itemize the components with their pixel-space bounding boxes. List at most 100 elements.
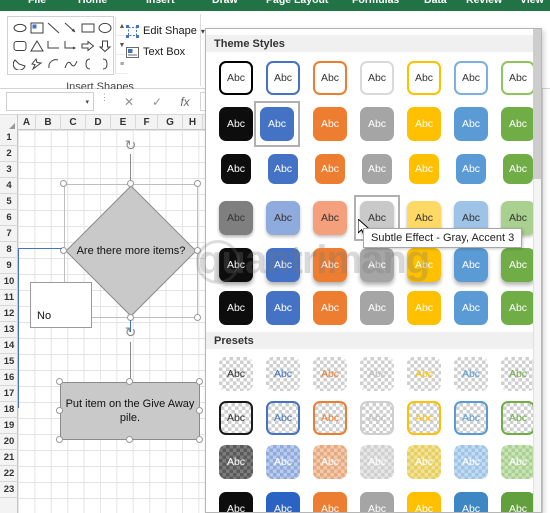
theme-swatch-r2c3[interactable]: Abc — [313, 107, 347, 141]
row-header-8[interactable]: 8 — [0, 242, 18, 258]
preset-swatch-r1c1[interactable]: Abc — [219, 357, 253, 391]
oval-shape-icon[interactable] — [11, 19, 28, 37]
preset-swatch-r3c7[interactable]: Abc — [501, 445, 535, 479]
theme-swatch-r5c2[interactable]: Abc — [266, 248, 300, 282]
theme-swatch-r5c7[interactable]: Abc — [501, 248, 535, 282]
row-header-11[interactable]: 11 — [0, 290, 18, 306]
row-header-13[interactable]: 13 — [0, 322, 18, 338]
preset-swatch-r3c3[interactable]: Abc — [313, 445, 347, 479]
row-header-22[interactable]: 22 — [0, 466, 18, 482]
theme-swatch-r3c3[interactable]: Abc — [315, 154, 345, 184]
preset-swatch-r1c5[interactable]: Abc — [407, 357, 441, 391]
preset-swatch-r1c3[interactable]: Abc — [313, 357, 347, 391]
row-header-1[interactable]: 1 — [0, 130, 18, 146]
insert-shapes-gallery[interactable]: ▲ ▼ ≡ — [7, 16, 114, 75]
gallery-scrollbar[interactable] — [533, 29, 541, 513]
row-header-3[interactable]: 3 — [0, 162, 18, 178]
theme-swatch-r4c2[interactable]: Abc — [266, 201, 300, 235]
theme-swatch-r5c1[interactable]: Abc — [219, 248, 253, 282]
row-header-17[interactable]: 17 — [0, 386, 18, 402]
column-header-d[interactable]: D — [86, 115, 111, 130]
theme-swatch-r1c2[interactable]: Abc — [266, 61, 300, 95]
row-header-9[interactable]: 9 — [0, 258, 18, 274]
theme-swatch-r1c6[interactable]: Abc — [454, 61, 488, 95]
column-header-a[interactable]: A — [18, 115, 36, 130]
resize-handle-e[interactable] — [194, 247, 201, 254]
preset-swatch-r2c1[interactable]: Abc — [219, 401, 253, 435]
preset-swatch-r2c4[interactable]: Abc — [360, 401, 394, 435]
theme-swatch-r5c5[interactable]: Abc — [407, 248, 441, 282]
theme-swatch-r6c3[interactable]: Abc — [313, 291, 347, 325]
ellipse-shape-icon[interactable] — [96, 19, 113, 37]
text-box-button[interactable]: Text Box — [126, 43, 185, 61]
giveaway-resize-handle-nw[interactable] — [56, 378, 63, 385]
giveaway-resize-handle-n[interactable] — [126, 378, 133, 385]
theme-swatch-r1c7[interactable]: Abc — [501, 61, 535, 95]
preset-swatch-r3c5[interactable]: Abc — [407, 445, 441, 479]
row-header-2[interactable]: 2 — [0, 146, 18, 162]
preset-swatch-r2c3[interactable]: Abc — [313, 401, 347, 435]
theme-swatch-r6c6[interactable]: Abc — [454, 291, 488, 325]
arc-shape-icon[interactable] — [45, 55, 62, 73]
theme-swatch-r2c4[interactable]: Abc — [360, 107, 394, 141]
giveaway-resize-handle-se[interactable] — [196, 436, 203, 443]
theme-swatch-r2c2[interactable]: Abc — [260, 107, 294, 141]
preset-swatch-r1c4[interactable]: Abc — [360, 357, 394, 391]
curve-shape-icon[interactable] — [62, 55, 79, 73]
theme-swatch-r6c4[interactable]: Abc — [360, 291, 394, 325]
row-header-14[interactable]: 14 — [0, 338, 18, 354]
arrow-line-shape-icon[interactable] — [62, 19, 79, 37]
theme-swatch-r6c5[interactable]: Abc — [407, 291, 441, 325]
column-header-h[interactable]: H — [183, 115, 203, 130]
theme-swatch-r3c4[interactable]: Abc — [362, 154, 392, 184]
theme-swatch-r1c4[interactable]: Abc — [360, 61, 394, 95]
preset-swatch-r4c1[interactable]: Abc — [219, 492, 253, 513]
triangle-shape-icon[interactable] — [28, 37, 45, 55]
ribbon-tab-view[interactable]: View — [520, 0, 544, 6]
theme-swatch-r5c4[interactable]: Abc — [360, 248, 394, 282]
no-branch-label-box[interactable]: No — [30, 282, 92, 328]
theme-swatch-r3c5[interactable]: Abc — [409, 154, 439, 184]
theme-swatch-r1c5[interactable]: Abc — [407, 61, 441, 95]
theme-swatch-r3c6[interactable]: Abc — [456, 154, 486, 184]
giveaway-resize-handle-ne[interactable] — [196, 378, 203, 385]
rotate-handle-icon-2[interactable]: ↻ — [123, 325, 138, 340]
ribbon-tab-strip[interactable]: File Home Insert Draw Page Layout Formul… — [0, 0, 550, 11]
preset-swatch-r3c1[interactable]: Abc — [219, 445, 253, 479]
chevron-down-icon[interactable]: ▾ — [85, 98, 89, 106]
theme-swatch-r6c1[interactable]: Abc — [219, 291, 253, 325]
elbow-connector-icon[interactable] — [45, 37, 62, 55]
edit-shape-button[interactable]: Edit Shape ▾ — [126, 22, 205, 40]
row-header-15[interactable]: 15 — [0, 354, 18, 370]
giveaway-resize-handle-sw[interactable] — [56, 436, 63, 443]
formula-bar-grip[interactable]: ⋮ — [100, 94, 106, 109]
resize-handle-n[interactable] — [127, 180, 134, 187]
theme-swatch-r2c5[interactable]: Abc — [407, 107, 441, 141]
give-away-process-box[interactable]: Put item on the Give Away pile. — [60, 382, 200, 440]
textbox-shape-icon[interactable] — [28, 19, 45, 37]
column-header-g[interactable]: G — [158, 115, 183, 130]
theme-swatch-r2c6[interactable]: Abc — [454, 107, 488, 141]
row-header-10[interactable]: 10 — [0, 274, 18, 290]
theme-swatch-r3c7[interactable]: Abc — [503, 154, 533, 184]
giveaway-resize-handle-w[interactable] — [56, 407, 63, 414]
preset-swatch-r3c4[interactable]: Abc — [360, 445, 394, 479]
giveaway-resize-handle-s[interactable] — [126, 436, 133, 443]
ribbon-tab-insert[interactable]: Insert — [146, 0, 175, 6]
preset-swatch-r2c2[interactable]: Abc — [266, 401, 300, 435]
cancel-icon[interactable]: ✕ — [118, 93, 140, 110]
row-header-12[interactable]: 12 — [0, 306, 18, 322]
ribbon-tab-home[interactable]: Home — [78, 0, 107, 6]
preset-swatch-r2c7[interactable]: Abc — [501, 401, 535, 435]
preset-swatch-r1c7[interactable]: Abc — [501, 357, 535, 391]
theme-swatch-r2c1[interactable]: Abc — [219, 107, 253, 141]
giveaway-resize-handle-e[interactable] — [196, 407, 203, 414]
lightning-shape-icon[interactable] — [28, 55, 45, 73]
down-arrow-shape-icon[interactable] — [96, 37, 113, 55]
resize-handle-ne[interactable] — [194, 180, 201, 187]
row-header-6[interactable]: 6 — [0, 210, 18, 226]
ribbon-tab-file[interactable]: File — [28, 0, 46, 6]
theme-swatch-r2c7[interactable]: Abc — [501, 107, 535, 141]
theme-swatch-r6c2[interactable]: Abc — [266, 291, 300, 325]
preset-swatch-r2c6[interactable]: Abc — [454, 401, 488, 435]
